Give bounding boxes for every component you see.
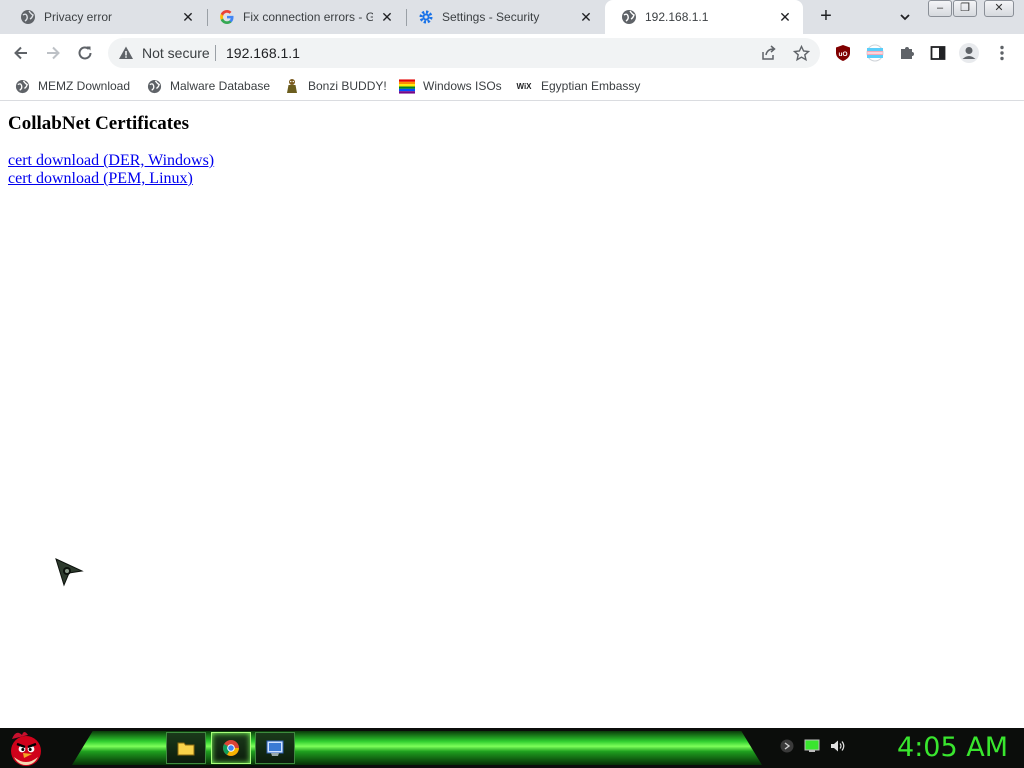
globe-icon [621, 9, 637, 25]
warning-icon [118, 45, 134, 61]
address-bar[interactable]: Not secure 192.168.1.1 [108, 38, 820, 68]
bookmarks-bar: MEMZ Download Malware Database Bonzi BUD… [0, 71, 1024, 101]
close-tab-icon[interactable]: ✕ [578, 9, 594, 25]
tab-settings-security[interactable]: Settings - Security ✕ [402, 0, 604, 34]
bookmark-label: Windows ISOs [423, 79, 502, 93]
reload-icon [78, 46, 92, 60]
page-title: CollabNet Certificates [8, 113, 189, 134]
tab-fix-connection-errors[interactable]: Fix connection errors - Go ✕ [203, 0, 405, 34]
rainbow-flag-icon [399, 78, 415, 94]
taskbar-file-explorer-button[interactable] [166, 732, 206, 764]
bookmark-bonzi-buddy[interactable]: Bonzi BUDDY! [284, 75, 387, 97]
bonzi-icon [284, 78, 300, 94]
tab-title: Privacy error [44, 10, 113, 24]
close-tab-icon[interactable]: ✕ [777, 9, 793, 25]
flag-extension-icon[interactable] [864, 42, 886, 64]
side-panel-icon[interactable] [927, 42, 949, 64]
svg-text:uO: uO [838, 51, 847, 58]
globe-icon [146, 78, 162, 94]
bookmark-label: MEMZ Download [38, 79, 131, 93]
bookmark-label: Malware Database [170, 79, 271, 93]
system-tray [780, 734, 870, 762]
file-explorer-icon [177, 742, 195, 756]
new-tab-button[interactable]: + [814, 5, 838, 29]
volume-icon[interactable] [830, 739, 846, 758]
google-icon [219, 9, 235, 25]
star-icon[interactable] [792, 44, 810, 62]
chevron-down-icon[interactable] [894, 6, 916, 28]
divider [215, 45, 216, 61]
bookmark-label: Bonzi BUDDY! [308, 79, 387, 93]
keyboard-icon[interactable] [780, 739, 794, 758]
cert-download-der-link[interactable]: cert download (DER, Windows) [8, 152, 214, 170]
taskbar-clock[interactable]: 4:05 AM [897, 730, 1008, 766]
browser-toolbar: Not secure 192.168.1.1 uO [0, 34, 1024, 71]
security-indicator[interactable]: Not secure [118, 38, 210, 68]
globe-icon [14, 78, 30, 94]
page-content: CollabNet Certificates cert download (DE… [0, 102, 1024, 728]
control-panel-icon [266, 740, 284, 756]
chrome-icon [223, 740, 239, 756]
bookmark-egyptian-embassy[interactable]: WiX Egyptian Embassy [515, 75, 640, 97]
network-icon[interactable] [804, 739, 820, 758]
arrow-left-icon [14, 46, 27, 60]
bookmark-windows-isos[interactable]: Windows ISOs [399, 75, 502, 97]
profile-avatar-icon[interactable] [958, 42, 980, 64]
mouse-cursor-icon [55, 558, 84, 587]
ublock-icon[interactable]: uO [832, 42, 854, 64]
wix-icon: WiX [516, 81, 532, 91]
kebab-menu-icon[interactable] [991, 42, 1013, 64]
forward-button[interactable] [40, 40, 66, 66]
close-tab-icon[interactable]: ✕ [180, 9, 196, 25]
minimize-button[interactable]: – [928, 0, 952, 17]
start-button-angry-bird-icon[interactable] [6, 729, 46, 767]
bookmark-label: Egyptian Embassy [541, 79, 641, 93]
back-button[interactable] [8, 40, 34, 66]
globe-icon [20, 9, 36, 25]
taskbar-control-panel-button[interactable] [255, 732, 295, 764]
url-text[interactable]: 192.168.1.1 [226, 38, 300, 68]
close-window-button[interactable]: ✕ [984, 0, 1014, 17]
extensions-icon[interactable] [896, 42, 918, 64]
bookmark-malware-database[interactable]: Malware Database [146, 75, 270, 97]
reload-button[interactable] [72, 40, 98, 66]
gear-icon [418, 9, 434, 25]
taskbar: 4:05 AM [0, 728, 1024, 768]
tab-strip: Privacy error ✕ Fix connection errors - … [0, 0, 1024, 34]
arrow-right-icon [47, 46, 60, 60]
tab-title: Settings - Security [442, 10, 540, 24]
share-icon[interactable] [760, 44, 778, 62]
restore-button[interactable]: ❐ [953, 0, 977, 17]
tab-title: Fix connection errors - Go [243, 10, 373, 24]
tab-privacy-error[interactable]: Privacy error ✕ [4, 0, 206, 34]
security-label: Not secure [142, 45, 210, 61]
cert-download-pem-link[interactable]: cert download (PEM, Linux) [8, 170, 193, 188]
taskbar-chrome-button[interactable] [211, 732, 251, 764]
close-tab-icon[interactable]: ✕ [379, 9, 395, 25]
bookmark-memz-download[interactable]: MEMZ Download [14, 75, 130, 97]
tab-title: 192.168.1.1 [645, 10, 709, 24]
tab-192-168-1-1[interactable]: 192.168.1.1 ✕ [605, 0, 803, 34]
